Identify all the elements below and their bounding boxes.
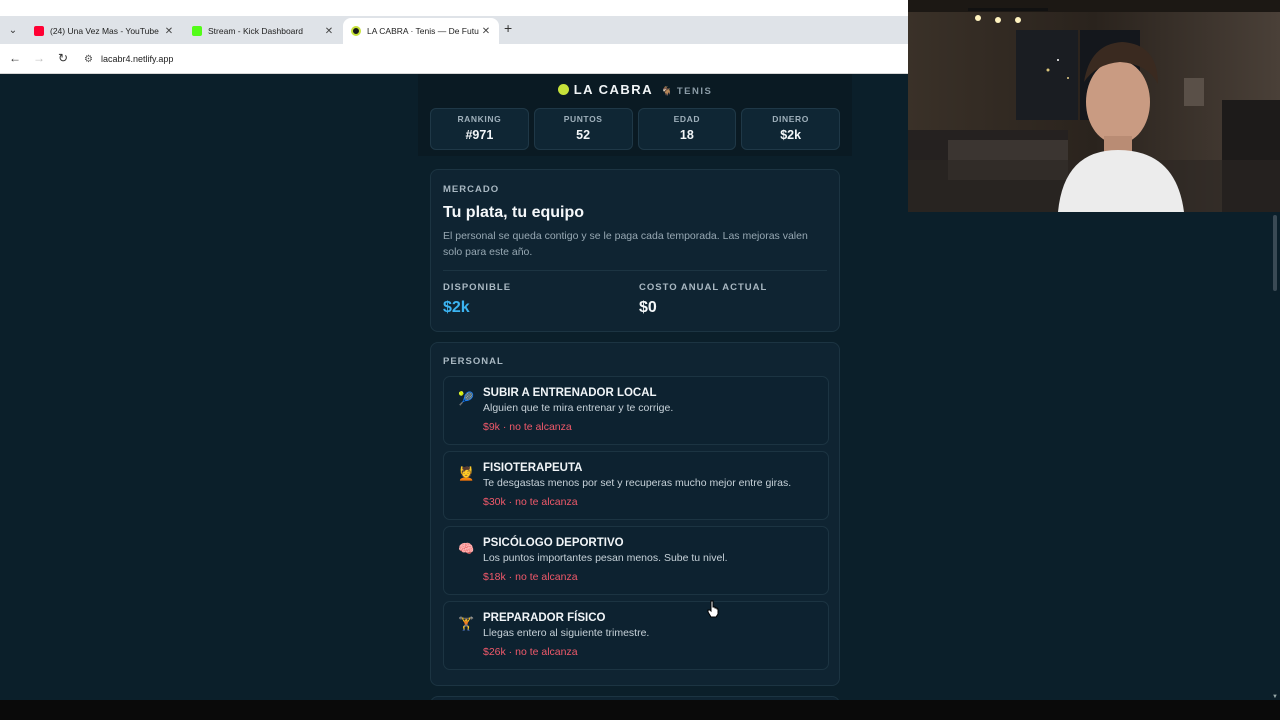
brand-subtitle: TENIS <box>676 86 713 97</box>
tab-title: LA CABRA · Tenis — De Futures <box>367 26 479 36</box>
personal-kicker: PERSONAL <box>443 356 504 367</box>
scrollbar-thumb[interactable] <box>1273 215 1277 291</box>
close-icon[interactable]: ✕ <box>322 26 336 37</box>
tab-title: Stream - Kick Dashboard <box>208 26 303 36</box>
hand-cursor-icon <box>707 600 719 618</box>
mercado-title: Tu plata, tu equipo <box>443 204 585 221</box>
disponible-block: DISPONIBLE $2k <box>443 282 511 317</box>
tennis-ball-icon <box>557 84 569 95</box>
staff-name: PSICÓLOGO DEPORTIVO <box>483 537 624 549</box>
app-header: LA CABRA 🐐 TENIS RANKING #971 PUNTOS 52 ED… <box>418 74 852 156</box>
costo-label: COSTO ANUAL ACTUAL <box>639 282 768 293</box>
tab-bar: ⌄ (24) Una Vez Mas - YouTube ✕ Stream - … <box>0 16 908 44</box>
tennis-coach-icon: 🎾 <box>458 391 475 406</box>
goat-icon: 🐐 <box>661 86 674 96</box>
staff-price: $9k · no te alcanza <box>483 421 572 433</box>
webcam-overlay <box>908 0 1280 212</box>
staff-description: Los puntos importantes pesan menos. Sube… <box>483 552 728 564</box>
stat-value: $2k <box>780 128 802 142</box>
staff-item-entrenador[interactable]: 🎾 SUBIR A ENTRENADOR LOCAL Alguien que t… <box>443 376 829 445</box>
mercado-description: El personal se queda contigo y se le pag… <box>443 230 808 258</box>
physio-icon: 💆 <box>458 466 475 481</box>
tab-kick[interactable]: Stream - Kick Dashboard ✕ <box>184 18 342 44</box>
stat-puntos: PUNTOS 52 <box>533 108 633 150</box>
tab-search-icon[interactable]: ⌄ <box>4 21 22 39</box>
close-icon[interactable]: ✕ <box>162 26 176 37</box>
page-scrollbar[interactable]: ▼ <box>1270 212 1280 706</box>
weightlifter-icon: 🏋 <box>458 616 475 631</box>
staff-description: Te desgastas menos por set y recuperas m… <box>483 477 792 489</box>
stat-value: #971 <box>465 128 494 142</box>
forward-icon[interactable]: → <box>31 50 47 66</box>
back-icon[interactable]: ← <box>7 50 23 66</box>
url-field[interactable]: ⚙ lacabr4.netlify.app <box>84 49 884 69</box>
stat-dinero: DINERO $2k <box>741 108 840 150</box>
staff-description: Llegas entero al siguiente trimestre. <box>483 627 650 639</box>
stat-label: EDAD <box>673 114 701 124</box>
disponible-value: $2k <box>443 299 470 316</box>
staff-name: PREPARADOR FÍSICO <box>483 612 606 624</box>
app-column: LA CABRA 🐐 TENIS RANKING #971 PUNTOS 52 ED… <box>418 74 852 700</box>
staff-name: FISIOTERAPEUTA <box>483 462 583 474</box>
staff-item-psicologo[interactable]: 🧠 PSICÓLOGO DEPORTIVO Los puntos importa… <box>443 526 829 595</box>
stat-label: PUNTOS <box>563 114 603 124</box>
brand-line: LA CABRA 🐐 TENIS <box>418 82 852 97</box>
close-icon[interactable]: ✕ <box>479 26 493 37</box>
stat-label: DINERO <box>772 114 809 124</box>
brain-icon: 🧠 <box>458 541 475 556</box>
brand-title: LA CABRA <box>573 82 654 97</box>
youtube-icon <box>34 26 44 36</box>
stat-ranking: RANKING #971 <box>430 108 529 150</box>
mercado-card: MERCADO Tu plata, tu equipo El personal … <box>430 169 840 332</box>
personal-card: PERSONAL 🎾 SUBIR A ENTRENADOR LOCAL Algu… <box>430 342 840 686</box>
stat-label: RANKING <box>457 114 502 124</box>
staff-description: Alguien que te mira entrenar y te corrig… <box>483 402 674 414</box>
staff-item-preparador[interactable]: 🏋 PREPARADOR FÍSICO Llegas entero al sig… <box>443 601 829 670</box>
disponible-label: DISPONIBLE <box>443 282 512 293</box>
costo-value: $0 <box>639 299 657 316</box>
tab-title: (24) Una Vez Mas - YouTube <box>50 26 159 36</box>
staff-price: $18k · no te alcanza <box>483 571 578 583</box>
costo-block: COSTO ANUAL ACTUAL $0 <box>639 282 767 317</box>
tab-la-cabra[interactable]: LA CABRA · Tenis — De Futures ✕ <box>343 18 499 44</box>
stat-value: 18 <box>679 128 694 142</box>
url-text: lacabr4.netlify.app <box>100 54 174 64</box>
tab-youtube[interactable]: (24) Una Vez Mas - YouTube ✕ <box>26 18 182 44</box>
kick-icon <box>192 26 202 36</box>
stats-row: RANKING #971 PUNTOS 52 EDAD 18 DINERO $2… <box>430 108 840 150</box>
webcam-image <box>908 0 1280 212</box>
netlify-icon <box>351 26 361 36</box>
divider <box>443 270 827 271</box>
stat-edad: EDAD 18 <box>637 108 737 150</box>
site-info-icon[interactable]: ⚙ <box>84 54 93 65</box>
bottom-bar <box>0 700 1280 720</box>
staff-name: SUBIR A ENTRENADOR LOCAL <box>483 387 657 399</box>
staff-price: $30k · no te alcanza <box>483 496 578 508</box>
reload-icon[interactable]: ↻ <box>55 50 71 66</box>
mercado-kicker: MERCADO <box>443 184 500 195</box>
staff-price: $26k · no te alcanza <box>483 646 578 658</box>
new-tab-icon[interactable]: + <box>504 20 512 36</box>
stat-value: 52 <box>576 128 591 142</box>
staff-item-fisioterapeuta[interactable]: 💆 FISIOTERAPEUTA Te desgastas menos por … <box>443 451 829 520</box>
address-bar: ← → ↻ ⚙ lacabr4.netlify.app <box>0 44 908 74</box>
browser-chrome: ⌄ (24) Una Vez Mas - YouTube ✕ Stream - … <box>0 0 908 74</box>
